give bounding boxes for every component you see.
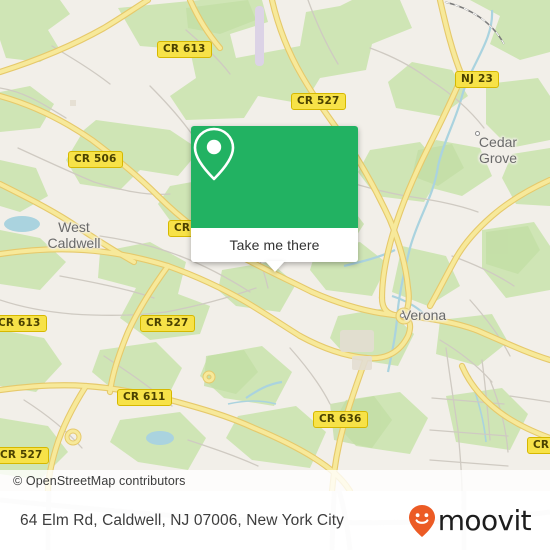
place-label-verona: Verona: [364, 308, 484, 323]
place-label-cedar-grove: Cedar Grove: [438, 134, 550, 166]
road-shield: CR 506: [68, 151, 123, 168]
map-screen: CR 613 CR 527 NJ 23 CR 506 CR CR 613 CR …: [0, 0, 550, 550]
place-label-line1: West: [58, 219, 90, 235]
attribution-bar: © OpenStreetMap contributors: [0, 470, 550, 491]
popup-header: [191, 126, 358, 228]
moovit-pin-smiley-icon: [408, 504, 435, 537]
place-label-west-caldwell: West Caldwell: [14, 219, 134, 251]
footer-bar: 64 Elm Rd, Caldwell, NJ 07006, New York …: [0, 491, 550, 550]
location-popup[interactable]: Take me there: [191, 126, 358, 272]
road-shield: CR 527: [291, 93, 346, 110]
road-shield: CR 613: [157, 41, 212, 58]
address-text: 64 Elm Rd, Caldwell, NJ 07006, New York …: [20, 511, 345, 529]
road-shield: NJ 23: [455, 71, 499, 88]
place-label-line2: Caldwell: [47, 235, 101, 251]
city-dot-verona: [400, 313, 405, 318]
popup-tail: [265, 261, 285, 272]
place-label-line1: Verona: [401, 307, 447, 323]
road-shield: CR 611: [117, 389, 172, 406]
place-label-line2: Grove: [478, 150, 518, 166]
map-canvas[interactable]: CR 613 CR 527 NJ 23 CR 506 CR CR 613 CR …: [0, 0, 550, 491]
city-dot-cedar-grove: [475, 131, 480, 136]
road-shield: CR 527: [140, 315, 195, 332]
moovit-logo[interactable]: moovit: [407, 503, 532, 538]
road-shield: CR 636: [313, 411, 368, 428]
road-shield: CR 613: [0, 315, 47, 332]
road-shield: CR 527: [0, 447, 49, 464]
location-pin-icon: [193, 127, 235, 181]
road-shield: CR: [527, 437, 550, 454]
place-label-line1: Cedar: [478, 134, 518, 150]
take-me-there-label: Take me there: [229, 237, 320, 253]
moovit-wordmark: moovit: [437, 503, 532, 537]
take-me-there-button[interactable]: Take me there: [191, 228, 358, 262]
attribution-text: © OpenStreetMap contributors: [13, 473, 186, 488]
